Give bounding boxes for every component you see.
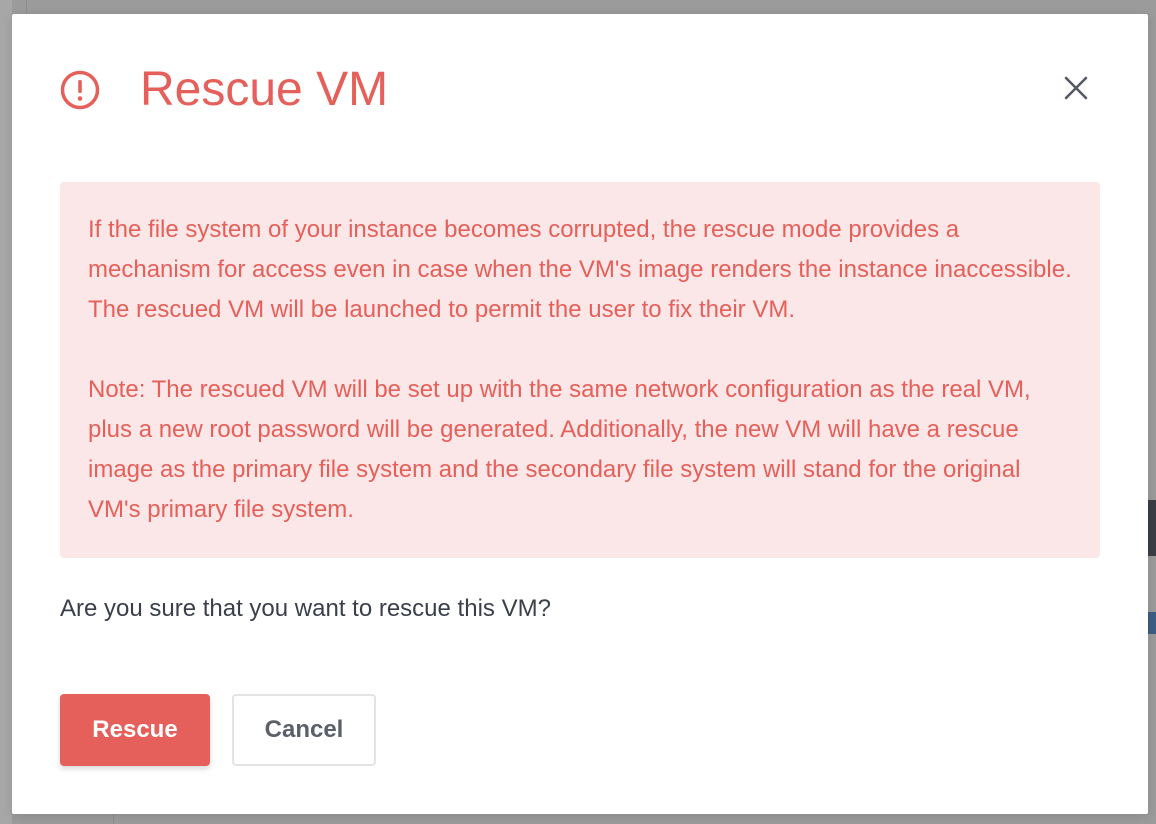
rescue-vm-dialog: Rescue VM If the file system of your ins… [12,14,1148,814]
background-element [1148,500,1156,556]
alert-description: If the file system of your instance beco… [88,216,1072,323]
warning-alert: If the file system of your instance beco… [60,182,1100,558]
background-link [1148,612,1156,634]
rescue-button[interactable]: Rescue [60,694,210,766]
dialog-title: Rescue VM [140,63,389,116]
dialog-header: Rescue VM [60,64,388,116]
background-divider [113,814,114,824]
background-divider [26,0,27,14]
close-button[interactable] [1060,74,1092,106]
alert-note: Note: The rescued VM will be set up with… [88,376,1031,523]
background-page-edge [0,0,12,824]
confirmation-question: Are you sure that you want to rescue thi… [60,595,551,622]
exclamation-circle-icon [60,70,100,110]
close-icon [1063,75,1089,106]
cancel-button[interactable]: Cancel [232,694,376,766]
